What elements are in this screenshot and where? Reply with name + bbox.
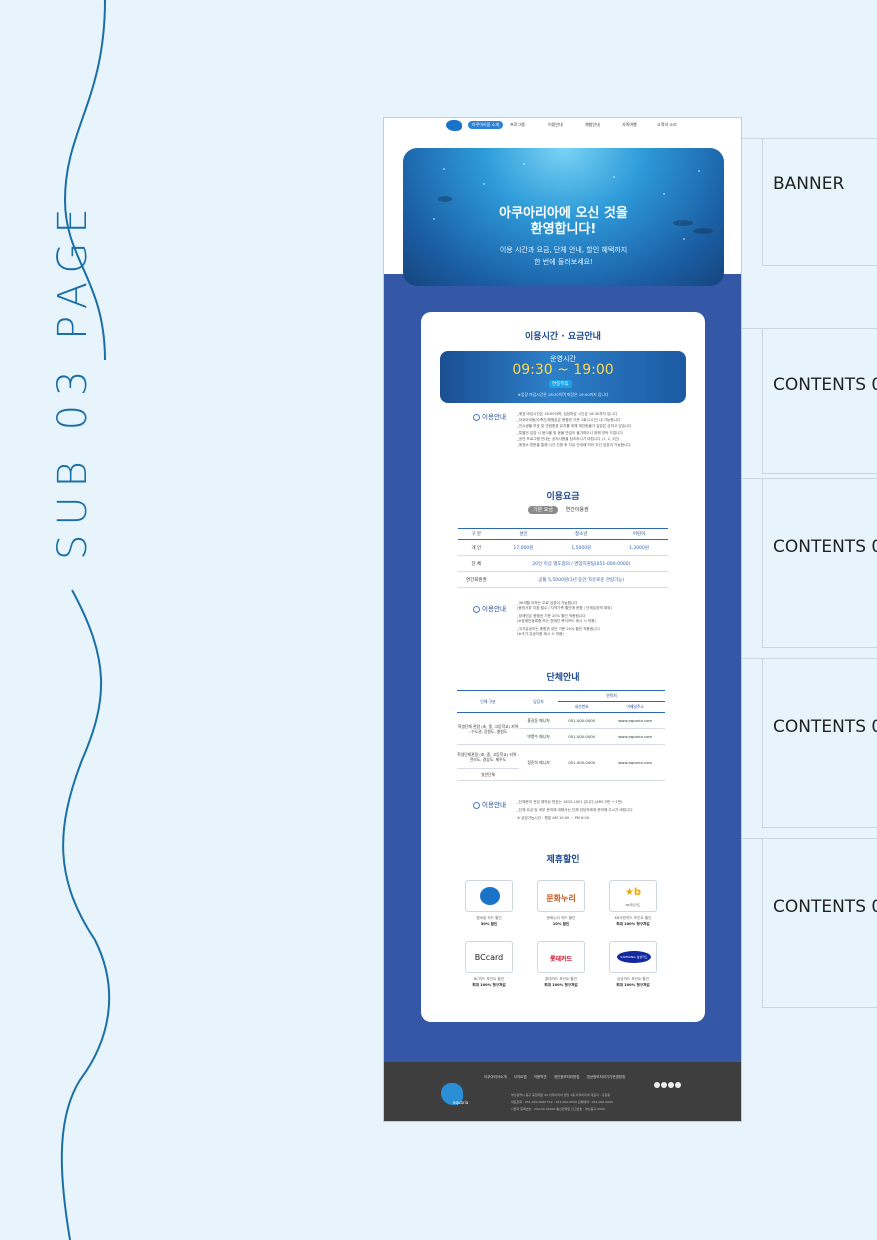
instagram-icon[interactable] [654,1082,660,1088]
group-info-label: 이용안내 [473,799,506,809]
hours-info-label: 이용안내 [473,411,506,421]
partner-aquaria-logo[interactable] [465,880,513,912]
table-row: 학생단체관람 (초, 중, 고등학교) 지역 : 전라도, 경상도, 제주도 정… [457,744,665,781]
tab-basic-fee[interactable]: 기본 요금 [528,506,558,514]
footer: 아쿠아리아소개 사이트맵 이용약관 개인정보처리방침 영상정보처리기기운영방침 … [384,1062,741,1121]
label-contents-3: CONTENTS 0 [762,658,877,828]
nav-item-family[interactable]: 가족여행 [622,122,637,128]
fee-tabs: 기본 요금 연간이용권 [528,506,589,514]
label-banner: BANNER [762,138,877,266]
hours-badge: 연중무휴 [549,380,572,388]
partner-caption: 롯데카드 포인트 할인 최대 100% 청구처감 [544,977,578,987]
group-title: 단체안내 [546,673,580,683]
page-mockup: 아쿠아리움 소개 프로그램 이용안내 체험안내 가족여행 고객의 소리 아쿠아리… [383,117,742,1122]
nav-item-experience[interactable]: 체험안내 [585,122,600,128]
nav-item-program[interactable]: 프로그램 [510,122,525,128]
partner-munhwa-logo[interactable]: 문화누리 [537,880,585,912]
footer-link[interactable]: 개인정보처리방침 [554,1075,580,1079]
nav-item-guide[interactable]: 이용안내 [548,122,563,128]
hours-note: ★입장 마감시간은 18:30이며 퇴장은 19:00까지 입니다 [517,392,609,397]
fees-title: 이용요금 [546,492,580,502]
banner-subtext: 이용 시간과 요금, 단체 안내, 할인 혜택까지 한 번에 둘러보세요! [499,246,628,266]
twitter-icon[interactable] [661,1082,667,1088]
person-circle-icon [473,801,480,809]
banner-heading: 아쿠아리아에 오신 것을 환영합니다! [499,206,628,237]
table-row: 학생단체 관람 (초, 중, 고등학교) 지역 : 수도권, 강원도, 충청도 … [457,712,665,745]
label-contents-2: CONTENTS 0 [762,478,877,648]
person-circle-icon [473,605,480,613]
fish-icon [438,196,452,202]
hours-title: 이용시간 · 요금안내 [525,332,601,342]
side-title: SUB 03 PAGE [50,199,96,560]
hero-banner: 아쿠아리아에 오신 것을 환영합니다! 이용 시간과 요금, 단체 안내, 할인… [403,148,724,286]
label-contents-4: CONTENTS 0 [762,838,877,1008]
footer-links: 아쿠아리아소개 사이트맵 이용약관 개인정보처리방침 영상정보처리기기운영방침 [484,1075,625,1080]
check-circle-icon [473,413,480,421]
footer-link[interactable]: 사이트맵 [514,1075,527,1079]
hours-banner: 운영시간 09:30 ~ 19:00 연중무휴 ★입장 마감시간은 18:30이… [440,351,686,403]
footer-link[interactable]: 영상정보처리기기운영방침 [587,1075,626,1079]
sns-icons [654,1073,682,1092]
youtube-icon[interactable] [675,1082,681,1088]
top-nav: 아쿠아리움 소개 프로그램 이용안내 체험안내 가족여행 고객의 소리 [384,118,741,134]
partner-caption: KB국민카드 포인트 할인 최대 100% 청구처감 [614,916,652,926]
footer-link[interactable]: 아쿠아리아소개 [484,1075,507,1079]
group-info-text: _단체문의 전담 예약상 번호는 1833-1001 입니다 (ARS 5번 →… [517,800,633,820]
partner-samsung-logo[interactable]: SAMSUNG 삼성카드 [609,941,657,973]
nav-item-about[interactable]: 아쿠아리움 소개 [468,121,504,129]
table-row: 개 인 17,000원 1,5000원 1,3000원 [458,539,668,556]
footer-address: 부산광역시 중구 중앙대로 00 아쿠아리아 빌딩 1층 아쿠아리아 대표자 :… [511,1093,614,1111]
aquaria-logo-icon[interactable] [446,120,462,131]
banner-area: 아쿠아리아에 오신 것을 환영합니다! 이용 시간과 요금, 단체 안내, 할인… [384,134,741,286]
hours-time: 09:30 ~ 19:00 [512,362,614,378]
partner-kb-logo[interactable]: ★b KB국민카드 [609,880,657,912]
decorative-wave [60,0,111,1240]
partner-lotte-logo[interactable]: 롯데카드 [537,941,585,973]
label-contents-1: CONTENTS 0 [762,328,877,474]
footer-logo-text: aquaria [453,1100,469,1105]
partner-caption: 멤버쉽 카드 할인 30% 할인 [476,916,502,926]
partner-caption: BC카드 포인트 할인 최대 100% 청구처감 [472,977,506,987]
table-row: 연간회원권 공통 5,5000원(1년 동안 자유로운 관람가능) [458,571,668,588]
facebook-icon[interactable] [668,1082,674,1088]
tab-annual-pass[interactable]: 연간이용권 [566,507,589,513]
footer-link[interactable]: 이용약관 [534,1075,547,1079]
nav-item-voice[interactable]: 고객의 소리 [657,122,677,128]
discount-title: 제휴할인 [546,855,580,865]
partner-bccard-logo[interactable]: BCcard [465,941,513,973]
partner-caption: 문화누리 카드 할인 10% 할인 [546,916,576,926]
content-card: 이용시간 · 요금안내 운영시간 09:30 ~ 19:00 연중무휴 ★입장 … [421,312,705,1022]
fees-info-text: _36개월 이하는 무료 입장이 가능합니다 (증빙서류 지참 필수 / 지역가족… [517,601,612,636]
fee-table: 구 분 성인 청소년 어린이 개 인 17,000원 1,5000원 1,3000원… [458,528,668,588]
fees-info-label: 이용안내 [473,603,506,613]
hours-info-text: _매표 마감시간은 18:00이며, 입장마감 시간은 18:30까지 입니다 _… [517,412,632,448]
partner-caption: 삼성카드 포인트 할인 최대 100% 청구처감 [616,977,650,987]
table-row: 단 체 20인 이상 별도협의 / 영업지원팀(051-000-0000) [458,555,668,572]
group-table: 단체 구분 담당자 연락처 내선번호 이메일주소 학생단체 관람 (초, 중, 고… [457,690,665,781]
